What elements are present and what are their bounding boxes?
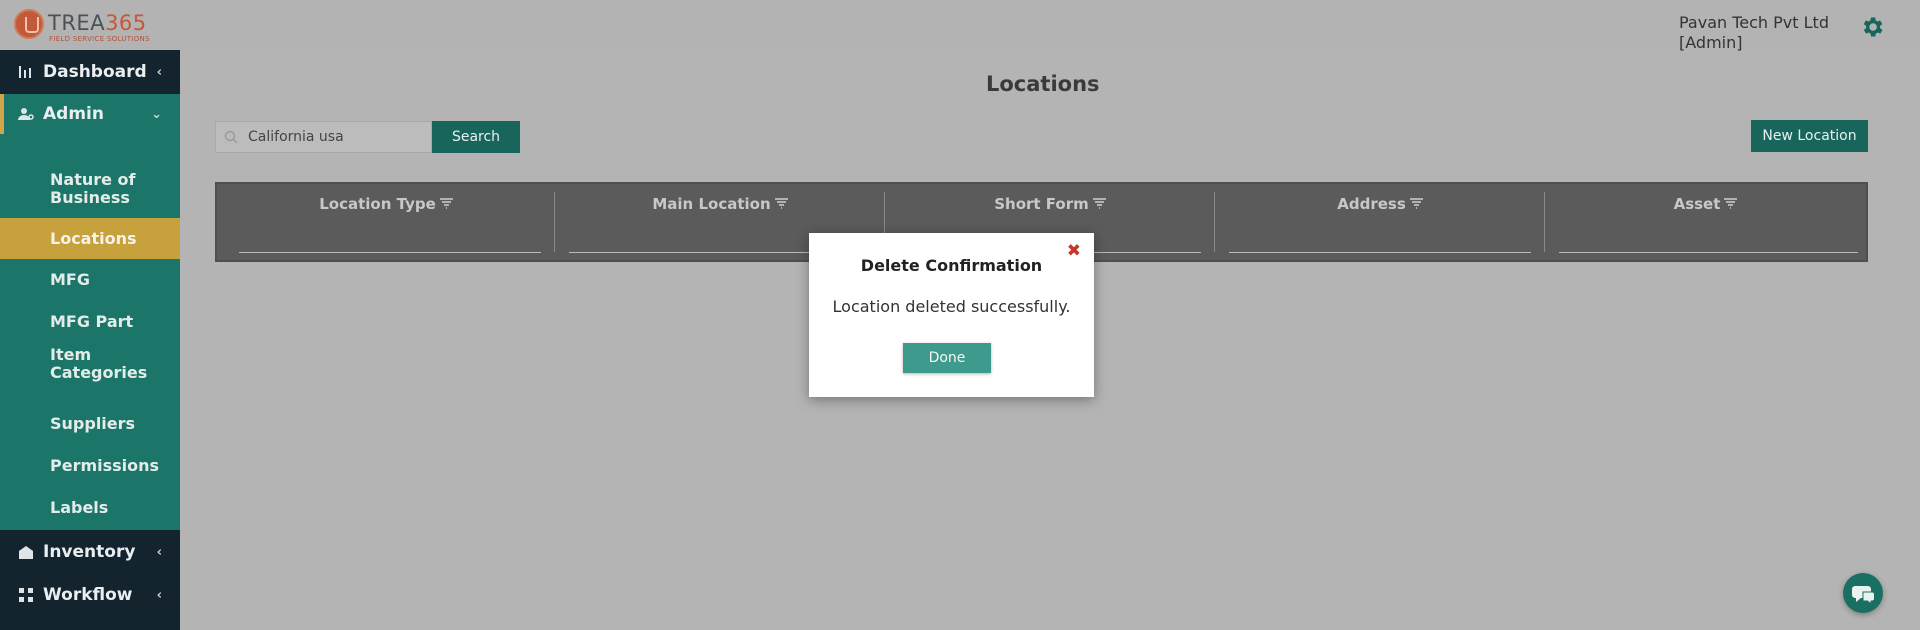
sort-icon[interactable] <box>439 198 453 210</box>
done-button[interactable]: Done <box>903 343 991 373</box>
settings-gear-icon[interactable] <box>1859 14 1885 40</box>
page-title: Locations <box>986 72 1100 96</box>
search-button[interactable]: Search <box>432 121 520 153</box>
sidebar-subitem-suppliers[interactable]: Suppliers <box>0 403 180 445</box>
sidebar-label-admin: Admin <box>43 104 104 124</box>
sidebar-item-inventory[interactable]: Inventory ‹ <box>0 530 180 574</box>
user-role: [Admin] <box>1679 33 1743 52</box>
delete-confirmation-dialog: ✖ Delete Confirmation Location deleted s… <box>809 233 1094 397</box>
dialog-message: Location deleted successfully. <box>832 297 1071 316</box>
sidebar-item-workflow[interactable]: Workflow ‹ <box>0 574 180 616</box>
sidebar-subitem-labels[interactable]: Labels <box>0 487 180 529</box>
sidebar-label-dashboard: Dashboard <box>43 62 147 82</box>
trea365-logo[interactable]: TREA365 FIELD SERVICE SOLUTIONS <box>14 9 174 43</box>
sidebar-label-inventory: Inventory <box>43 542 136 562</box>
new-location-button[interactable]: New Location <box>1751 120 1868 152</box>
column-filter-line[interactable] <box>1559 252 1858 253</box>
user-cog-icon <box>18 108 34 120</box>
logo-subtitle: FIELD SERVICE SOLUTIONS <box>49 35 150 43</box>
bar-chart-icon <box>19 66 31 78</box>
sidebar-subitem-nature-of-business[interactable]: Nature of Business <box>0 168 180 210</box>
sidebar-subitem-mfg-part[interactable]: MFG Part <box>0 301 180 343</box>
column-filter-line[interactable] <box>239 252 541 253</box>
column-header[interactable]: Asset <box>1545 195 1866 213</box>
chat-button[interactable] <box>1843 573 1883 613</box>
company-info: Pavan Tech Pvt Ltd [Admin] <box>1679 13 1859 53</box>
chevron-down-icon: ⌄ <box>151 106 162 122</box>
sort-icon[interactable] <box>1409 198 1423 210</box>
chevron-left-icon: ‹ <box>156 64 162 80</box>
logo-mark-icon <box>14 9 44 39</box>
search-field[interactable] <box>215 121 432 153</box>
top-header: TREA365 FIELD SERVICE SOLUTIONS Pavan Te… <box>0 0 1920 53</box>
sidebar-subitem-locations[interactable]: Locations <box>0 218 180 259</box>
column-asset: Asset <box>1545 184 1866 262</box>
sort-icon[interactable] <box>774 198 788 210</box>
column-address: Address <box>1215 184 1545 262</box>
column-header[interactable]: Main Location <box>555 195 885 213</box>
sidebar-item-dashboard[interactable]: Dashboard ‹ <box>0 50 180 94</box>
sidebar: Dashboard ‹ Admin ⌄ Nature of Business L… <box>0 50 180 630</box>
search-icon <box>224 130 238 144</box>
company-name: Pavan Tech Pvt Ltd <box>1679 13 1829 32</box>
workflow-icon <box>19 588 33 602</box>
search-input[interactable] <box>248 129 418 145</box>
column-location-type: Location Type <box>217 184 555 262</box>
column-filter-line[interactable] <box>1229 252 1531 253</box>
warehouse-icon <box>19 546 33 559</box>
column-header[interactable]: Short Form <box>885 195 1215 213</box>
sort-icon[interactable] <box>1092 198 1106 210</box>
sidebar-subitem-item-categories[interactable]: Item Categories <box>0 343 150 385</box>
chevron-left-icon: ‹ <box>156 587 162 603</box>
dialog-title: Delete Confirmation <box>860 256 1043 275</box>
sidebar-subitem-mfg[interactable]: MFG <box>0 259 180 301</box>
chevron-left-icon: ‹ <box>156 544 162 560</box>
sidebar-item-admin[interactable]: Admin ⌄ <box>0 94 180 134</box>
column-header[interactable]: Location Type <box>217 195 555 213</box>
sidebar-subitem-permissions[interactable]: Permissions <box>0 445 180 487</box>
chat-bubble-icon <box>1852 586 1875 606</box>
column-header[interactable]: Address <box>1215 195 1545 213</box>
sort-icon[interactable] <box>1724 198 1738 210</box>
sidebar-label-workflow: Workflow <box>43 585 133 605</box>
logo-text: TREA365 <box>48 11 147 35</box>
